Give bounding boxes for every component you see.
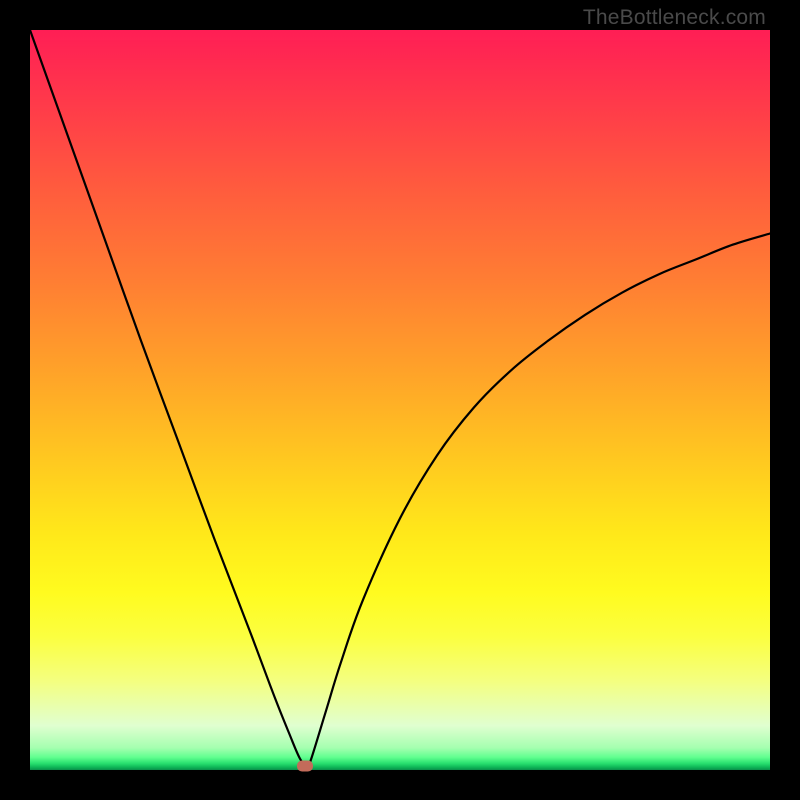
bottleneck-curve-path bbox=[30, 30, 770, 767]
watermark-text: TheBottleneck.com bbox=[583, 6, 766, 30]
optimum-marker bbox=[297, 761, 313, 772]
plot-area bbox=[30, 30, 770, 770]
chart-container: TheBottleneck.com bbox=[0, 0, 800, 800]
curve-svg bbox=[30, 30, 770, 770]
